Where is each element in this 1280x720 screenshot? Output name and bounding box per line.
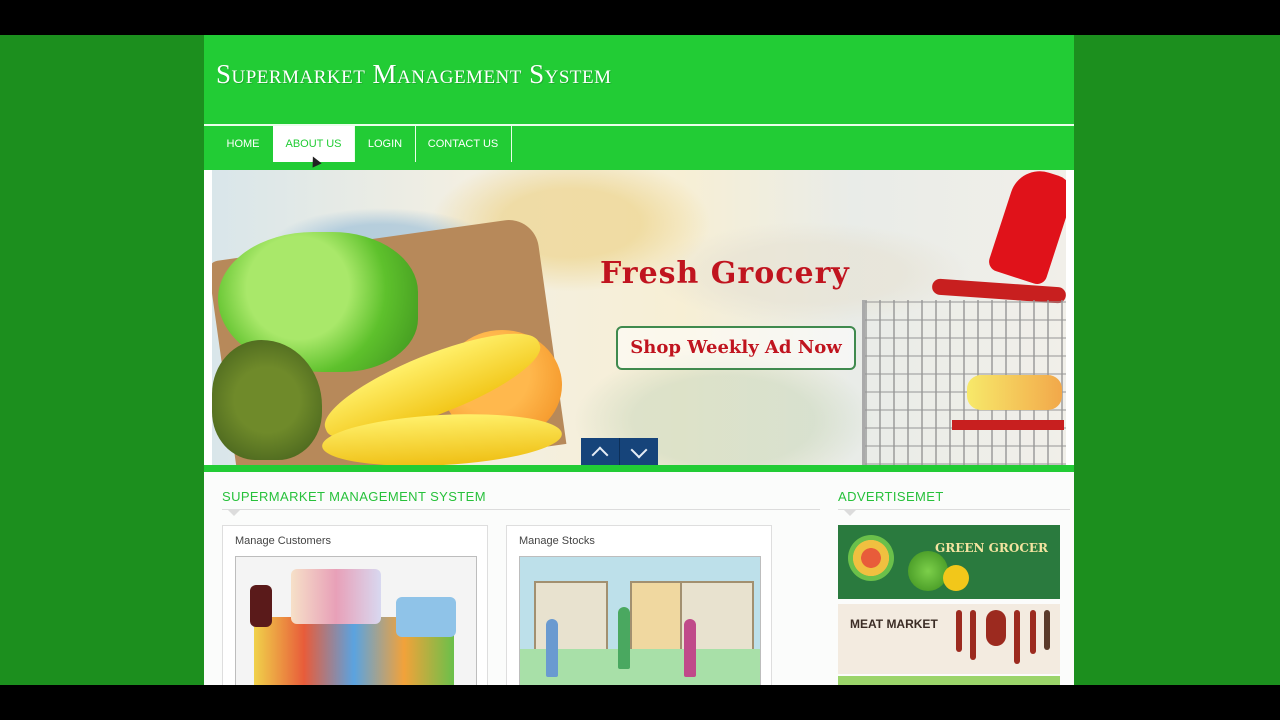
- watermelon-image: [908, 551, 948, 591]
- shopper-figure: [684, 619, 696, 677]
- ham-image: [1044, 610, 1050, 650]
- section-title: SUPERMARKET MANAGEMENT SYSTEM: [222, 489, 486, 504]
- section-notch: [228, 510, 240, 516]
- nav-login[interactable]: LOGIN: [358, 126, 412, 162]
- site-header: Supermarket Management System: [204, 35, 1074, 126]
- main-content: SUPERMARKET MANAGEMENT SYSTEM Manage Cus…: [204, 472, 1074, 685]
- hero-slider: Fresh Grocery Shop Weekly Ad Now: [212, 170, 1066, 465]
- shopper-figure: [546, 619, 558, 677]
- slider-next-button[interactable]: [620, 438, 658, 465]
- nav-separator: [415, 126, 416, 162]
- fruit-image: [943, 565, 969, 591]
- hero-divider: [204, 465, 1074, 472]
- ad-label: GREEN GROCER: [934, 541, 1048, 555]
- browser-viewport: Supermarket Management System HOME ABOUT…: [0, 35, 1280, 685]
- store-shelf: [630, 581, 684, 655]
- customers-image: [235, 556, 477, 685]
- sidebar-rule: [838, 509, 1070, 510]
- page-container: Supermarket Management System HOME ABOUT…: [204, 35, 1074, 685]
- section-rule: [222, 509, 820, 510]
- card-manage-stocks[interactable]: Manage Stocks: [506, 525, 772, 685]
- sausage-image: [956, 610, 962, 652]
- sausage-image: [986, 610, 1006, 646]
- groceries-pile: [291, 569, 381, 624]
- ad-green-grocer[interactable]: GREEN GROCER: [838, 525, 1060, 599]
- cart-produce-image: [967, 375, 1062, 410]
- nav-home[interactable]: HOME: [216, 126, 270, 162]
- vegetables-image: [848, 535, 894, 581]
- ad-meat-market[interactable]: MEAT MARKET: [838, 604, 1060, 674]
- sidebar-notch: [844, 510, 856, 516]
- sausage-image: [970, 610, 976, 660]
- ad-banner-third[interactable]: [838, 676, 1060, 685]
- card-manage-customers[interactable]: Manage Customers: [222, 525, 488, 685]
- site-title: Supermarket Management System: [216, 59, 612, 89]
- ad-label: MEAT MARKET: [850, 617, 938, 631]
- main-nav: HOME ABOUT US LOGIN CONTACT US: [204, 126, 1074, 170]
- wine-bottle: [250, 585, 272, 627]
- stocks-image: [519, 556, 761, 685]
- water-bottles: [396, 597, 456, 637]
- hero-headline: Fresh Grocery: [600, 256, 850, 291]
- card-title: Manage Stocks: [519, 535, 595, 547]
- chevron-up-icon: [591, 446, 609, 464]
- nav-separator: [354, 126, 355, 162]
- shopper-figure: [618, 607, 630, 669]
- nav-separator: [511, 126, 512, 162]
- nav-contact-us[interactable]: CONTACT US: [418, 126, 508, 162]
- sausage-image: [1014, 610, 1020, 664]
- cart-bar-image: [952, 420, 1064, 430]
- sidebar-title: ADVERTISEMET: [838, 489, 944, 504]
- slider-prev-button[interactable]: [581, 438, 620, 465]
- shop-weekly-ad-button[interactable]: Shop Weekly Ad Now: [616, 326, 856, 370]
- chevron-down-icon: [630, 441, 648, 459]
- card-title: Manage Customers: [235, 535, 331, 547]
- sausage-image: [1030, 610, 1036, 654]
